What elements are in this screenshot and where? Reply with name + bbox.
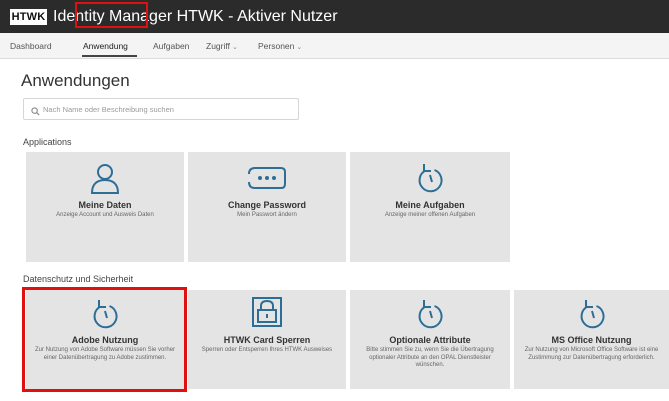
nav-anwendung-highlight xyxy=(75,2,148,28)
tile-optionale-attribute[interactable]: Optionale Attribute Bitte stimmen Sie zu… xyxy=(350,290,510,389)
tile-title: Meine Daten xyxy=(78,200,132,210)
nav-personen[interactable]: Personen ⌄ xyxy=(258,40,302,54)
tile-title: Meine Aufgaben xyxy=(395,200,465,210)
nav-anwendung-label: Anwendung xyxy=(83,41,128,51)
chevron-down-icon: ⌄ xyxy=(296,44,303,51)
user-icon xyxy=(90,162,120,199)
active-tab-indicator xyxy=(82,55,137,57)
nav-anwendung[interactable]: Anwendung xyxy=(83,40,128,52)
nav-zugriff-label: Zugriff xyxy=(206,41,230,51)
tile-change-password[interactable]: Change Password Mein Passwort ändern xyxy=(188,152,346,262)
tile-description: Bitte stimmen Sie zu, wenn Sie die Übert… xyxy=(366,347,494,368)
refresh-icon xyxy=(415,162,445,199)
nav-dashboard-label: Dashboard xyxy=(10,41,52,51)
lock-card-icon xyxy=(250,295,284,334)
nav-personen-label: Personen xyxy=(258,41,295,51)
tile-description: Zur Nutzung von Microsoft Office Softwar… xyxy=(524,347,659,361)
nav-aufgaben[interactable]: Aufgaben xyxy=(153,40,189,52)
chevron-down-icon: ⌄ xyxy=(231,44,238,51)
page-title: Anwendungen xyxy=(21,71,130,90)
section-title-datenschutz: Datenschutz und Sicherheit xyxy=(23,274,134,284)
tile-description: Anzeige Account und Ausweis Daten xyxy=(56,212,154,218)
nav-aufgaben-label: Aufgaben xyxy=(153,41,190,51)
nav-dashboard[interactable]: Dashboard xyxy=(10,40,52,52)
tile-title: MS Office Nutzung xyxy=(551,335,632,345)
tile-title: Optionale Attribute xyxy=(389,335,471,345)
tile-title: Change Password xyxy=(227,200,307,210)
search-input[interactable] xyxy=(43,101,293,117)
tile-title: Adobe Nutzung xyxy=(71,335,139,345)
tile-htwk-card-sperren[interactable]: HTWK Card Sperren Sperren oder Entsperre… xyxy=(188,290,346,389)
tile-description: Mein Passwort ändern xyxy=(237,212,297,218)
tile-description: Anzeige meiner offenen Aufgaben xyxy=(384,212,476,218)
nav-zugriff[interactable]: Zugriff ⌄ xyxy=(206,40,238,54)
search-box[interactable] xyxy=(23,98,299,120)
tile-ms-office-nutzung[interactable]: MS Office Nutzung Zur Nutzung von Micros… xyxy=(514,290,669,389)
section-title-applications: Applications xyxy=(23,137,72,147)
tile-meine-aufgaben[interactable]: Meine Aufgaben Anzeige meiner offenen Au… xyxy=(350,152,510,262)
tile-adobe-nutzung[interactable]: Adobe Nutzung Zur Nutzung von Adobe Soft… xyxy=(26,290,184,389)
tile-description: Zur Nutzung von Adobe Software müssen Si… xyxy=(34,347,176,361)
tile-title: HTWK Card Sperren xyxy=(223,335,311,345)
tile-meine-daten[interactable]: Meine Daten Anzeige Account und Ausweis … xyxy=(26,152,184,262)
password-icon xyxy=(247,166,287,195)
refresh-icon xyxy=(90,298,120,335)
refresh-icon xyxy=(577,298,607,335)
htwk-logo[interactable]: HTWK xyxy=(10,9,47,25)
tile-description: Sperren oder Entsperren Ihres HTWK Auswe… xyxy=(201,347,333,353)
search-icon xyxy=(31,103,40,121)
refresh-icon xyxy=(415,298,445,335)
